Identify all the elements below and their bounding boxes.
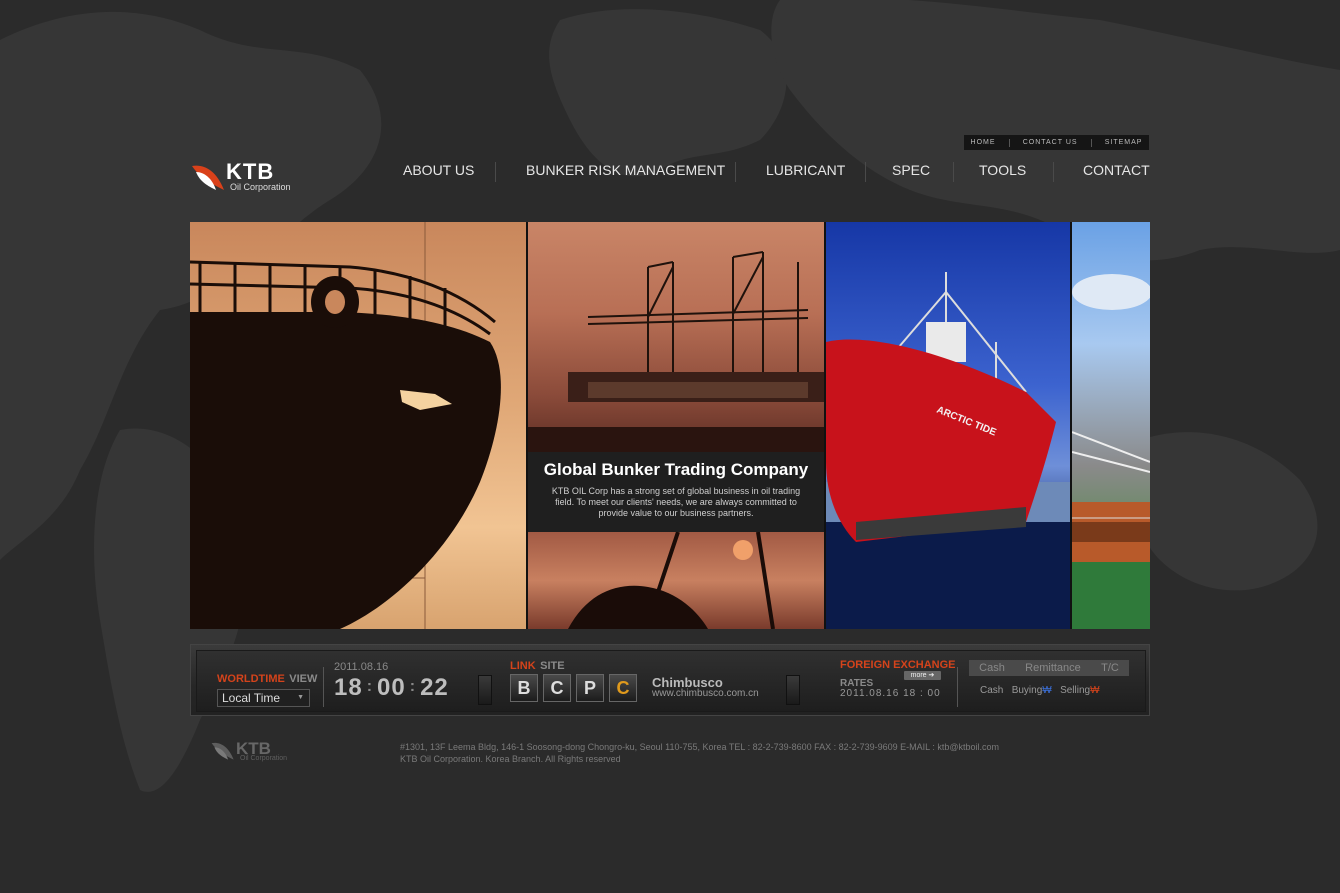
crane-silhouettes: [528, 251, 824, 452]
port-equipment-image: [528, 531, 824, 629]
nav-divider: [495, 162, 496, 182]
timezone-select[interactable]: Local Time ▼: [217, 689, 310, 707]
ship-bow-silhouette: [190, 222, 501, 629]
tab-remittance[interactable]: Remittance: [1025, 662, 1081, 674]
util-divider: [1090, 138, 1092, 147]
rate-cash-label: Cash: [980, 685, 1004, 696]
util-contact-link[interactable]: CONTACT US: [1023, 139, 1078, 146]
logo-sub: Oil Corporation: [230, 182, 291, 192]
footer-logo-sub: Oil Corporation: [240, 755, 288, 762]
tab-tc[interactable]: T/C: [1101, 662, 1119, 674]
hero-panel-port: Global Bunker Trading Company KTB OIL Co…: [528, 222, 824, 629]
rate-buying-label: Buying: [1011, 685, 1043, 696]
ktb-logo-mark-icon: [192, 165, 224, 190]
nav-tools[interactable]: TOOLS: [979, 162, 1026, 178]
link-prev-button[interactable]: [478, 675, 492, 705]
port-cranes-image: [528, 222, 824, 452]
link-site-title: LINK SITE: [510, 656, 565, 674]
hero-caption-box: Global Bunker Trading Company KTB OIL Co…: [528, 452, 824, 532]
link-button-p[interactable]: P: [576, 674, 604, 702]
forex-label: FOREIGN EXCHANGE: [840, 659, 956, 671]
footer-address: #1301, 13F Leema Bldg, 146-1 Soosong-don…: [400, 742, 1000, 752]
util-divider: [1008, 138, 1010, 147]
worldtime-label: WORLDTIME: [217, 673, 285, 685]
clock-hours: 18: [334, 674, 363, 701]
footer-logo: KTB Oil Corporation: [210, 739, 300, 765]
clock-seconds: 22: [420, 674, 449, 701]
util-sitemap-link[interactable]: SITEMAP: [1105, 139, 1143, 146]
nav-divider: [865, 162, 866, 182]
link-button-b[interactable]: B: [510, 674, 538, 702]
footer-address-block: #1301, 13F Leema Bldg, 146-1 Soosong-don…: [400, 741, 999, 765]
utility-nav: HOME CONTACT US SITEMAP: [964, 135, 1149, 150]
main-nav: ABOUT US BUNKER RISK MANAGEMENT LUBRICAN…: [380, 160, 1150, 184]
footer-copyright: KTB Oil Corporation. Korea Branch. All R…: [400, 754, 621, 764]
worldtime-date: 2011.08.16: [334, 661, 389, 673]
forex-tabs: Cash Remittance T/C: [969, 660, 1129, 676]
info-divider: [957, 667, 958, 707]
forex-more-button[interactable]: more ➔: [904, 671, 941, 680]
nav-contact[interactable]: CONTACT: [1083, 162, 1150, 178]
hero-banner: Global Bunker Trading Company KTB OIL Co…: [190, 222, 1150, 629]
ktb-logo[interactable]: KTB Oil Corporation: [190, 159, 300, 194]
link-next-button[interactable]: [786, 675, 800, 705]
link-button-c[interactable]: C: [543, 674, 571, 702]
forex-date: 2011.08.16 18 : 00: [840, 688, 941, 699]
worldtime-view-label: VIEW: [289, 673, 318, 685]
link-site-url: www.chimbusco.com.cn: [652, 688, 759, 699]
hero-panel-containers: [1072, 222, 1150, 629]
hero-panel-red-ship: ARCTIC TIDE: [826, 222, 1070, 629]
equipment-silhouette: [568, 531, 775, 629]
red-ship-image: ARCTIC TIDE: [826, 272, 1070, 629]
timezone-select-value: Local Time: [222, 691, 281, 705]
nav-divider: [953, 162, 954, 182]
link-label: LINK: [510, 660, 536, 672]
hero-description: KTB OIL Corp has a strong set of global …: [551, 486, 801, 518]
nav-about-us[interactable]: ABOUT US: [403, 162, 474, 178]
link-button-c-active[interactable]: C: [609, 674, 637, 702]
chevron-down-icon: ▼: [297, 694, 304, 701]
forex-rate-row: Cash Buying₩ Selling₩: [980, 685, 1100, 696]
nav-divider: [1053, 162, 1054, 182]
more-label: more: [910, 672, 927, 679]
hero-panel-ship-bow: [190, 222, 526, 629]
tab-cash[interactable]: Cash: [979, 662, 1005, 674]
footer-logo-mark-icon: [211, 742, 234, 760]
site-label: SITE: [540, 660, 565, 672]
clock-minutes: 00: [377, 674, 406, 701]
nav-lubricant[interactable]: LUBRICANT: [766, 162, 845, 178]
nav-bunker-risk-management[interactable]: BUNKER RISK MANAGEMENT: [526, 162, 725, 178]
info-divider: [323, 667, 324, 707]
container-ship-image: [1072, 274, 1150, 629]
worldtime-clock: 18:00:22: [334, 674, 449, 701]
nav-divider: [735, 162, 736, 182]
nav-spec[interactable]: SPEC: [892, 162, 930, 178]
util-home-link[interactable]: HOME: [971, 139, 996, 146]
rate-selling-label: Selling: [1060, 685, 1091, 696]
link-site-info[interactable]: Chimbusco www.chimbusco.com.cn: [652, 675, 759, 699]
won-icon: ₩: [1090, 685, 1100, 696]
hero-title: Global Bunker Trading Company: [543, 460, 809, 479]
won-icon: ₩: [1042, 685, 1052, 696]
